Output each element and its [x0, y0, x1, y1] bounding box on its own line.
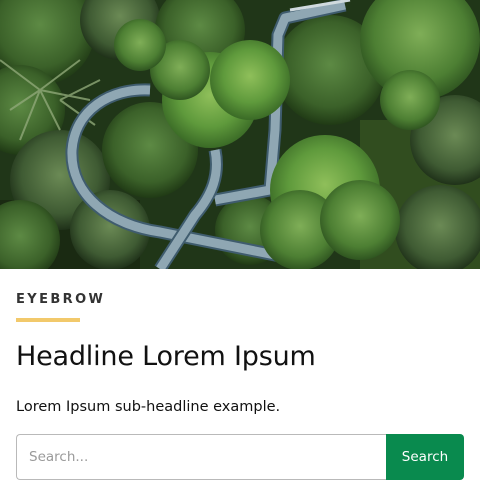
eyebrow-text: EYEBROW [16, 292, 106, 307]
hero-image [0, 0, 480, 269]
sub-headline: Lorem Ipsum sub-headline example. [16, 399, 281, 415]
headline: Headline Lorem Ipsum [16, 341, 316, 372]
search-button[interactable]: Search [386, 434, 464, 480]
search-form: Search [16, 434, 464, 480]
canopy-walkway-image [0, 0, 480, 269]
search-input[interactable] [16, 434, 386, 480]
eyebrow-accent-rule [16, 318, 80, 322]
